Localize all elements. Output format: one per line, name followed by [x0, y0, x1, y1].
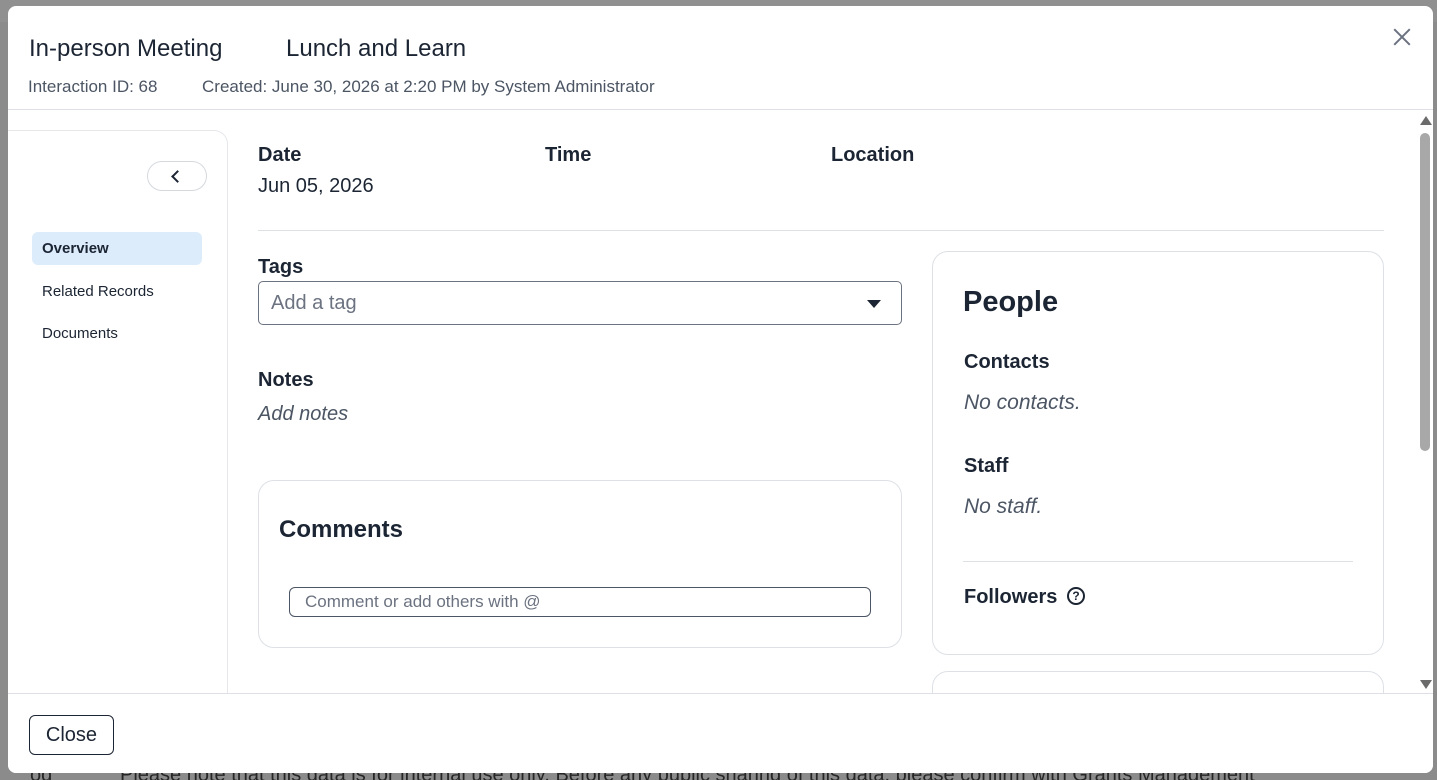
close-button[interactable]: Close [29, 715, 114, 755]
comment-input[interactable] [289, 587, 871, 617]
sidebar-item-overview[interactable]: Overview [32, 232, 202, 265]
add-notes-link[interactable]: Add notes [258, 403, 348, 426]
modal-body: Overview Related Records Documents Date … [8, 111, 1417, 693]
date-label: Date [258, 144, 302, 166]
people-card: People Contacts No contacts. Staff No st… [932, 251, 1384, 655]
interaction-modal: In-person Meeting Lunch and Learn Intera… [8, 6, 1433, 773]
caret-down-icon [867, 300, 881, 308]
sidebar-item-related-records[interactable]: Related Records [32, 275, 202, 308]
time-label: Time [545, 144, 592, 166]
tags-placeholder: Add a tag [271, 292, 357, 314]
comments-card: Comments [258, 480, 902, 648]
followers-label: Followers [964, 586, 1058, 608]
people-title: People [963, 286, 1059, 318]
people-divider [963, 561, 1353, 562]
chevron-left-icon [171, 170, 184, 183]
scrollbar[interactable] [1417, 111, 1433, 693]
scroll-up-arrow-icon[interactable] [1420, 116, 1432, 125]
help-icon[interactable]: ? [1067, 587, 1085, 605]
comments-title: Comments [279, 516, 404, 543]
date-value: Jun 05, 2026 [258, 175, 374, 197]
close-icon[interactable] [1389, 24, 1415, 50]
modal-footer: Close [8, 693, 1433, 773]
tags-select[interactable]: Add a tag [258, 281, 902, 325]
staff-label: Staff [964, 455, 1009, 477]
scroll-down-arrow-icon[interactable] [1420, 680, 1432, 689]
notes-label: Notes [258, 369, 314, 391]
section-divider [258, 230, 1384, 231]
sidebar-item-documents[interactable]: Documents [32, 317, 202, 350]
interaction-type: In-person Meeting [29, 35, 223, 62]
scrollbar-thumb[interactable] [1420, 133, 1430, 451]
modal-header: In-person Meeting Lunch and Learn Intera… [8, 6, 1433, 110]
staff-empty: No staff. [964, 495, 1043, 518]
created-info: Created: June 30, 2026 at 2:20 PM by Sys… [202, 77, 655, 96]
location-label: Location [831, 144, 915, 166]
sidebar: Overview Related Records Documents [8, 130, 228, 693]
interaction-name: Lunch and Learn [286, 35, 467, 62]
collapse-sidebar-button[interactable] [147, 161, 207, 191]
tags-label: Tags [258, 256, 304, 278]
next-card [932, 671, 1384, 693]
interaction-id: Interaction ID: 68 [28, 77, 158, 96]
contacts-empty: No contacts. [964, 391, 1081, 414]
contacts-label: Contacts [964, 351, 1050, 373]
